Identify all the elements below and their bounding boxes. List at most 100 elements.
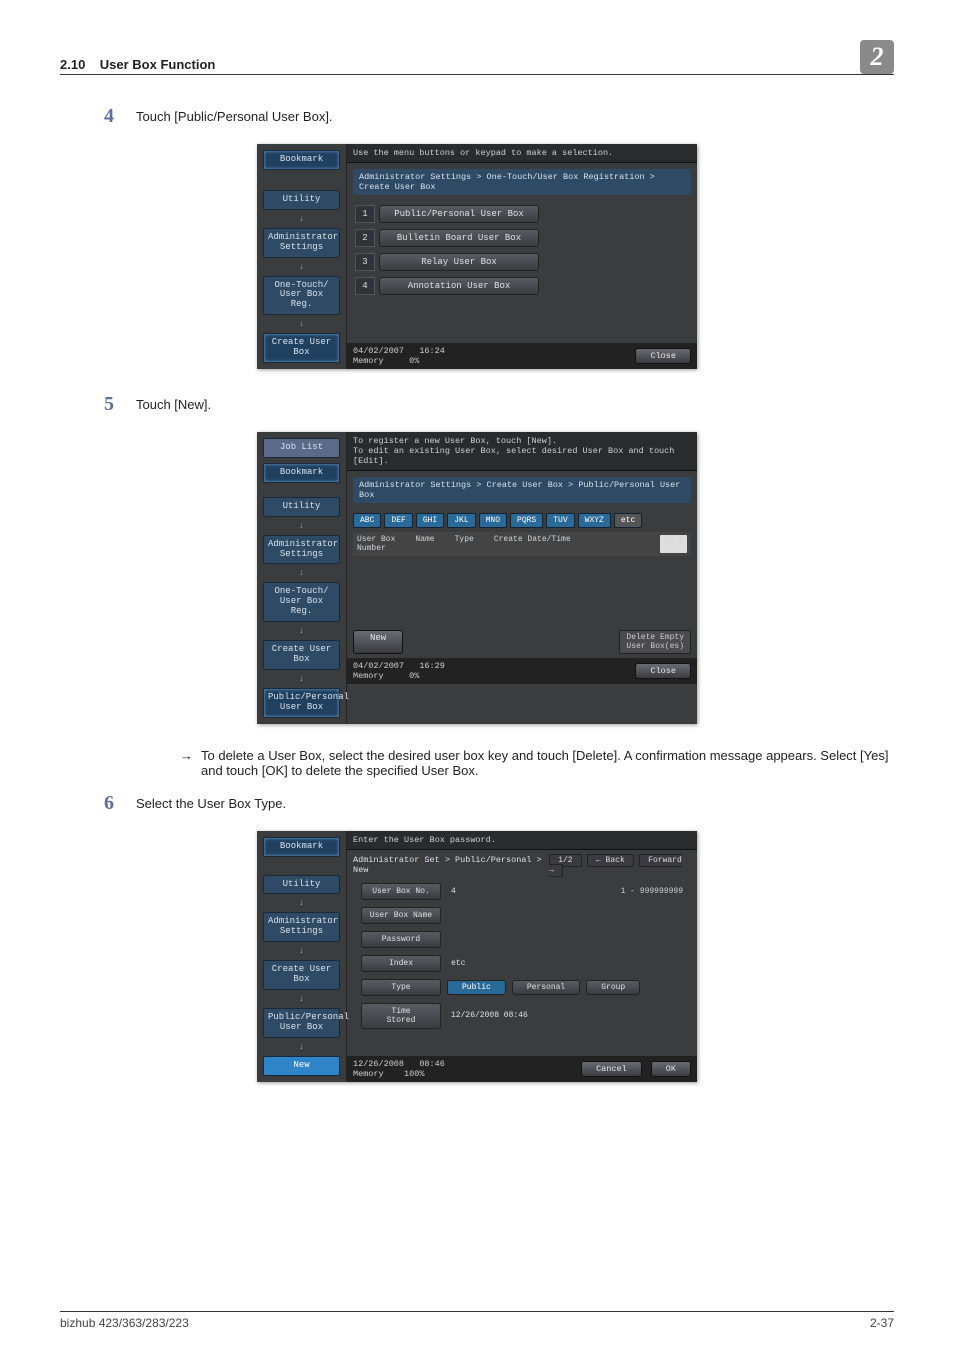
section-header: 2.10 User Box Function	[60, 57, 215, 72]
side-new[interactable]: New	[263, 1056, 340, 1076]
type-public-button[interactable]: Public	[447, 980, 506, 995]
arrow-icon: →	[180, 748, 193, 778]
col-create-dt: Create Date/Time	[494, 535, 571, 553]
side-utility[interactable]: Utility	[263, 497, 340, 517]
down-arrow-icon: ↓	[263, 215, 340, 223]
option-number-2: 2	[355, 229, 375, 247]
status-text: 04/02/2007 16:29 Memory 0%	[353, 661, 445, 681]
time-stored-value: 12/26/2008 08:46	[447, 1011, 683, 1020]
down-arrow-icon: ↓	[263, 995, 340, 1003]
status-mem-pct: 100%	[404, 1069, 424, 1079]
breadcrumb: Administrator Settings > One-Touch/User …	[353, 169, 691, 195]
screen-new-user-box: Bookmark Utility ↓ Administrator Setting…	[257, 831, 697, 1082]
option-number-3: 3	[355, 253, 375, 271]
delete-note: → To delete a User Box, select the desir…	[180, 748, 894, 778]
step5-text: Touch [New].	[136, 393, 211, 416]
bookmark-tab[interactable]: Bookmark	[263, 463, 340, 483]
side-utility[interactable]: Utility	[263, 190, 340, 210]
user-box-no-value: 4	[447, 887, 615, 896]
user-box-no-label[interactable]: User Box No.	[361, 883, 441, 900]
status-date: 04/02/2007	[353, 346, 404, 356]
alpha-key-ghi[interactable]: GHI	[416, 513, 444, 528]
alpha-key-jkl[interactable]: JKL	[447, 513, 475, 528]
section-title: User Box Function	[100, 57, 216, 72]
status-mem-label: Memory	[353, 671, 384, 681]
down-arrow-icon: ↓	[263, 263, 340, 271]
index-value: etc	[447, 959, 683, 968]
side-admin-settings[interactable]: Administrator Settings	[263, 228, 340, 258]
page-indicator: 1/ 1	[660, 535, 687, 553]
alpha-key-def[interactable]: DEF	[384, 513, 412, 528]
alpha-key-abc[interactable]: ABC	[353, 513, 381, 528]
index-label[interactable]: Index	[361, 955, 441, 972]
alpha-index: ABC DEF GHI JKL MNO PQRS TUV WXYZ etc	[353, 513, 691, 528]
instruction-text: To register a new User Box, touch [New].…	[347, 432, 697, 471]
alpha-key-etc[interactable]: etc	[614, 513, 642, 528]
side-admin-settings[interactable]: Administrator Settings	[263, 535, 340, 565]
status-date: 04/02/2007	[353, 661, 404, 671]
down-arrow-icon: ↓	[263, 522, 340, 530]
list-header: User Box Number Name Type Create Date/Ti…	[353, 532, 691, 556]
breadcrumb: Administrator Set > Public/Personal > Ne…	[353, 855, 549, 875]
status-time: 16:24	[419, 346, 445, 356]
side-admin-settings[interactable]: Administrator Settings	[263, 912, 340, 942]
alpha-key-wxyz[interactable]: WXYZ	[578, 513, 611, 528]
status-time: 16:29	[419, 661, 445, 671]
side-create-user-box[interactable]: Create User Box	[263, 640, 340, 670]
delete-note-text: To delete a User Box, select the desired…	[201, 748, 894, 778]
status-mem-pct: 0%	[409, 671, 419, 681]
instruction-text: Enter the User Box password.	[347, 831, 697, 850]
annotation-user-box-button[interactable]: Annotation User Box	[379, 277, 539, 295]
side-utility[interactable]: Utility	[263, 875, 340, 895]
side-create-user-box[interactable]: Create User Box	[263, 960, 340, 990]
status-mem-label: Memory	[353, 1069, 384, 1079]
col-boxno: User Box Number	[357, 535, 395, 553]
option-number-4: 4	[355, 277, 375, 295]
step4-text: Touch [Public/Personal User Box].	[136, 105, 333, 128]
delete-empty-button[interactable]: Delete Empty User Box(es)	[619, 630, 691, 654]
step6-number: 6	[60, 792, 136, 815]
cancel-button[interactable]: Cancel	[581, 1061, 642, 1077]
alpha-key-tuv[interactable]: TUV	[546, 513, 574, 528]
ok-button[interactable]: OK	[651, 1061, 691, 1077]
side-onetouch[interactable]: One-Touch/ User Box Reg.	[263, 276, 340, 316]
alpha-key-mno[interactable]: MNO	[479, 513, 507, 528]
bookmark-tab[interactable]: Bookmark	[263, 150, 340, 170]
step5-number: 5	[60, 393, 136, 416]
bookmark-tab[interactable]: Bookmark	[263, 837, 340, 857]
section-no: 2.10	[60, 57, 85, 72]
type-personal-button[interactable]: Personal	[512, 980, 580, 995]
close-button[interactable]: Close	[635, 663, 691, 679]
alpha-key-pqrs[interactable]: PQRS	[510, 513, 543, 528]
status-mem-label: Memory	[353, 356, 384, 366]
user-box-name-label[interactable]: User Box Name	[361, 907, 441, 924]
side-onetouch[interactable]: One-Touch/ User Box Reg.	[263, 582, 340, 622]
col-type: Type	[455, 535, 474, 553]
down-arrow-icon: ↓	[263, 1043, 340, 1051]
type-label: Type	[361, 979, 441, 996]
status-date: 12/26/2008	[353, 1059, 404, 1069]
list-body-empty	[353, 556, 691, 626]
side-create-user-box[interactable]: Create User Box	[263, 333, 340, 363]
down-arrow-icon: ↓	[263, 627, 340, 635]
relay-user-box-button[interactable]: Relay User Box	[379, 253, 539, 271]
down-arrow-icon: ↓	[263, 675, 340, 683]
new-button[interactable]: New	[353, 630, 403, 654]
type-group-button[interactable]: Group	[586, 980, 640, 995]
breadcrumb: Administrator Settings > Create User Box…	[353, 477, 691, 503]
chapter-badge: 2	[860, 40, 894, 74]
status-text: 12/26/2008 08:46 Memory 100%	[353, 1059, 445, 1079]
password-label[interactable]: Password	[361, 931, 441, 948]
job-list-tab[interactable]: Job List	[263, 438, 340, 458]
side-public-personal[interactable]: Public/Personal User Box	[263, 688, 340, 718]
close-button[interactable]: Close	[635, 348, 691, 364]
back-button[interactable]: ← Back	[587, 854, 634, 867]
step4-number: 4	[60, 105, 136, 128]
down-arrow-icon: ↓	[263, 947, 340, 955]
footer-page: 2-37	[870, 1316, 894, 1330]
footer-model: bizhub 423/363/283/223	[60, 1316, 189, 1330]
public-personal-user-box-button[interactable]: Public/Personal User Box	[379, 205, 539, 223]
side-public-personal[interactable]: Public/Personal User Box	[263, 1008, 340, 1038]
option-number-1: 1	[355, 205, 375, 223]
bulletin-board-user-box-button[interactable]: Bulletin Board User Box	[379, 229, 539, 247]
